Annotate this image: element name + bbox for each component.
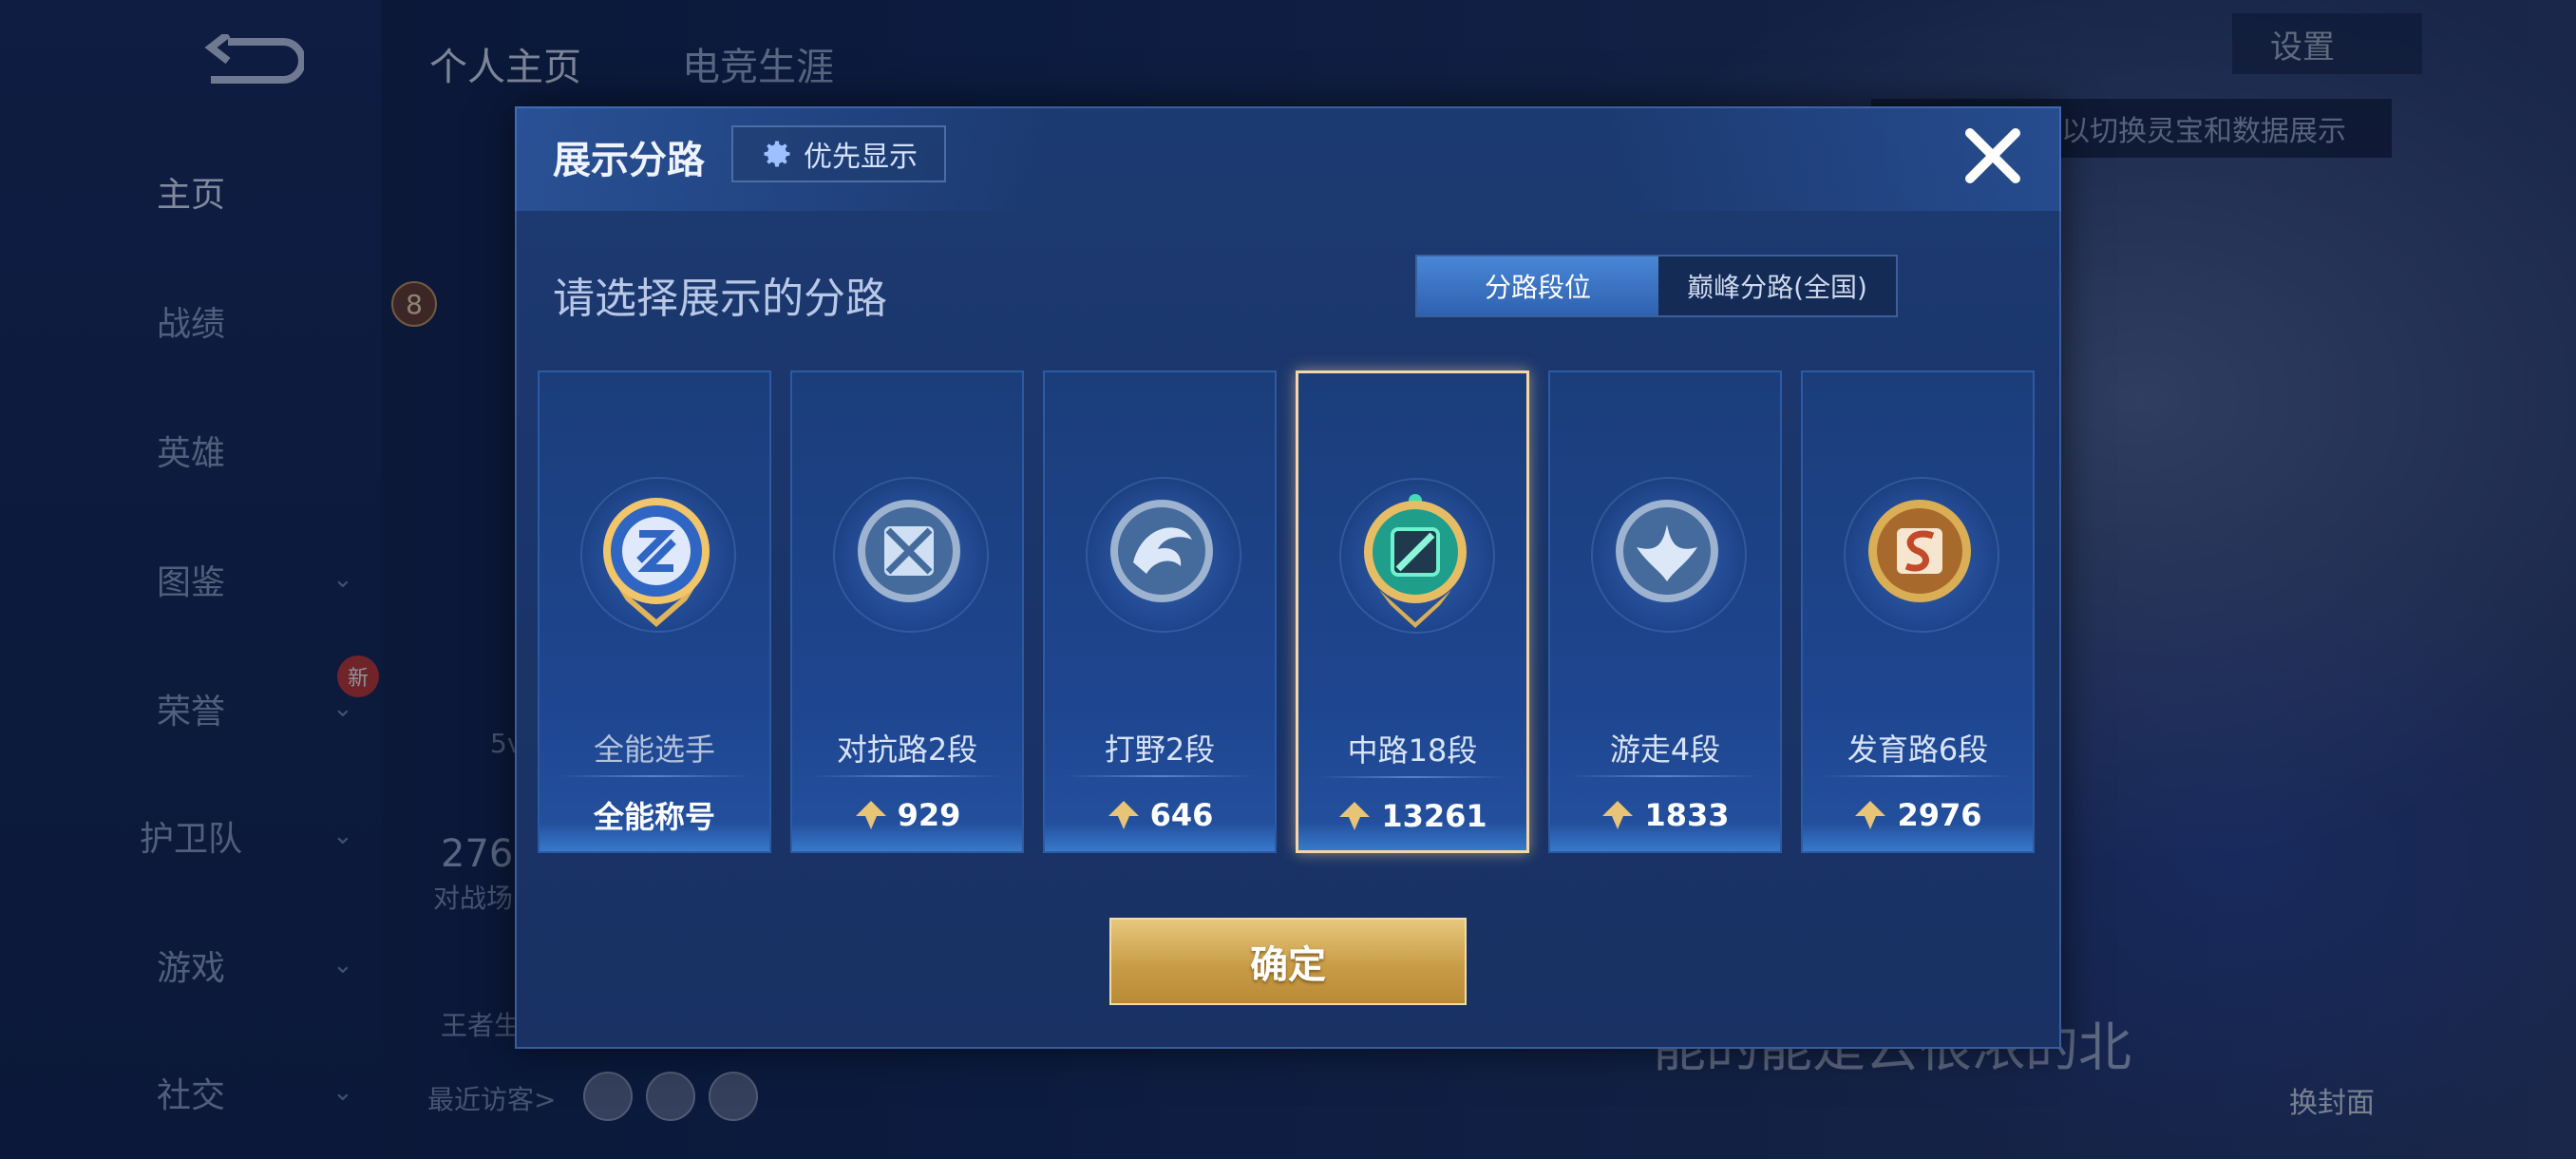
lane-card-farm[interactable]: 发育路6段 2976 bbox=[1801, 370, 2035, 853]
card-glow bbox=[792, 823, 1022, 851]
lane-card-all-round[interactable]: 全能选手 全能称号 bbox=[538, 370, 771, 853]
card-glow bbox=[1045, 823, 1275, 851]
toggle-lane-rank[interactable]: 分路段位 bbox=[1417, 256, 1658, 315]
toggle-peak-lane[interactable]: 巅峰分路(全国) bbox=[1658, 256, 1896, 315]
farm-lane-emblem-icon bbox=[1868, 500, 1971, 602]
divider bbox=[1064, 775, 1256, 777]
jungle-emblem-icon bbox=[1110, 500, 1213, 602]
confirm-button[interactable]: 确定 bbox=[1109, 918, 1467, 1005]
card-glow bbox=[540, 823, 769, 851]
divider bbox=[1317, 776, 1507, 778]
gear-icon bbox=[764, 141, 790, 167]
dialog-subtitle: 请选择展示的分路 bbox=[553, 275, 887, 323]
display-mode-toggle: 分路段位 巅峰分路(全国) bbox=[1415, 255, 1898, 317]
lane-name: 对抗路2段 bbox=[836, 732, 978, 768]
mid-lane-emblem-icon bbox=[1364, 494, 1467, 628]
clash-lane-emblem-icon bbox=[858, 500, 960, 602]
all-round-emblem-icon bbox=[603, 498, 710, 627]
card-glow bbox=[1550, 823, 1780, 851]
lane-name: 中路18段 bbox=[1347, 732, 1478, 769]
close-icon[interactable] bbox=[1957, 120, 2029, 192]
dialog-title: 展示分路 bbox=[553, 139, 705, 182]
lane-card-jungle[interactable]: 打野2段 646 bbox=[1043, 370, 1277, 853]
lane-name: 游走4段 bbox=[1609, 732, 1721, 768]
divider bbox=[1822, 775, 2014, 777]
divider bbox=[559, 775, 750, 777]
lane-card-clash[interactable]: 对抗路2段 929 bbox=[790, 370, 1024, 853]
lane-card-mid[interactable]: 中路18段 13261 bbox=[1296, 370, 1529, 853]
lane-name: 打野2段 bbox=[1104, 732, 1216, 768]
divider bbox=[811, 775, 1003, 777]
priority-display-label: 优先显示 bbox=[804, 141, 918, 174]
divider bbox=[1569, 775, 1761, 777]
lane-name: 发育路6段 bbox=[1847, 732, 1989, 768]
lane-name: 全能选手 bbox=[593, 732, 715, 768]
lane-card-roam[interactable]: 游走4段 1833 bbox=[1548, 370, 1782, 853]
card-glow bbox=[1298, 822, 1526, 850]
priority-display-button[interactable]: 优先显示 bbox=[731, 125, 946, 182]
roam-emblem-icon bbox=[1616, 500, 1718, 602]
card-glow bbox=[1803, 823, 2033, 851]
